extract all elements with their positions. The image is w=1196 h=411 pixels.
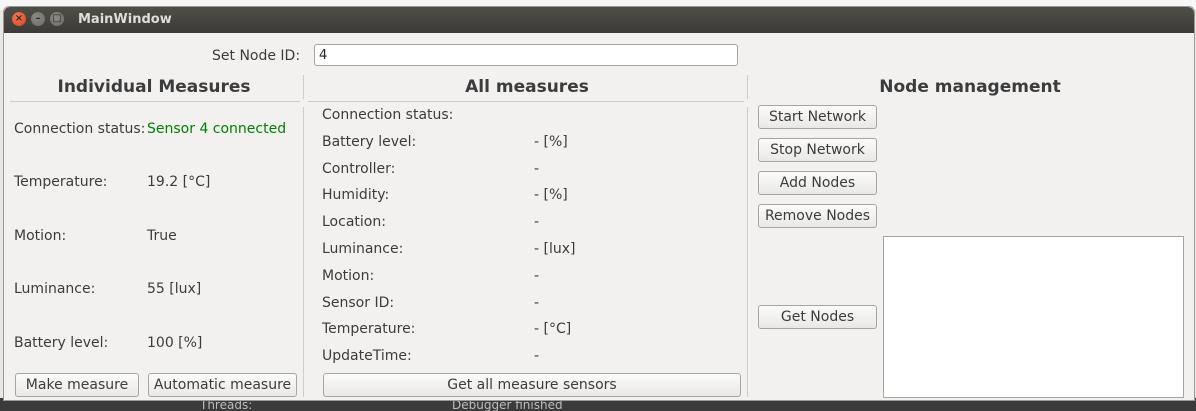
all-motion-label: Motion: [322, 268, 375, 284]
all-temperature-value: - [°C] [534, 321, 572, 337]
individual-temperature-label: Temperature: [14, 174, 108, 190]
individual-battery-label: Battery level: [14, 335, 109, 351]
individual-battery-value: 100 [%] [147, 335, 203, 351]
divider [303, 107, 304, 397]
individual-temperature-value: 19.2 [°C] [147, 174, 211, 190]
window-title: MainWindow [78, 12, 172, 27]
all-controller-value: - [534, 161, 540, 177]
individual-luminance-label: Luminance: [14, 281, 96, 297]
individual-motion-label: Motion: [14, 228, 67, 244]
divider [308, 101, 744, 102]
get-all-measure-sensors-button[interactable]: Get all measure sensors [323, 373, 741, 397]
all-temperature-label: Temperature: [322, 321, 416, 337]
main-window: × – □ MainWindow Set Node ID: Individual… [3, 6, 1195, 401]
stop-network-button[interactable]: Stop Network [758, 138, 877, 162]
all-updatetime-value: - [534, 348, 540, 364]
get-nodes-button[interactable]: Get Nodes [758, 305, 877, 329]
automatic-measure-button[interactable]: Automatic measure [148, 373, 297, 397]
minimize-icon[interactable]: – [31, 12, 45, 26]
all-location-label: Location: [322, 214, 386, 230]
all-updatetime-label: UpdateTime: [322, 348, 412, 364]
all-humidity-value: - [%] [534, 187, 568, 203]
add-nodes-button[interactable]: Add Nodes [758, 171, 877, 195]
all-measures-heading: All measures [465, 77, 589, 97]
all-sensor-id-value: - [534, 295, 540, 311]
individual-measures-heading: Individual Measures [57, 77, 251, 97]
all-connection-label: Connection status: [322, 107, 454, 123]
make-measure-button[interactable]: Make measure [15, 373, 139, 397]
all-humidity-label: Humidity: [322, 187, 390, 203]
remove-nodes-button[interactable]: Remove Nodes [758, 204, 877, 228]
all-battery-value: - [%] [534, 134, 568, 150]
all-motion-value: - [534, 268, 540, 284]
all-controller-label: Controller: [322, 161, 396, 177]
title-bar[interactable]: × – □ MainWindow [4, 7, 1194, 33]
individual-motion-value: True [147, 228, 177, 244]
nodes-list[interactable] [883, 236, 1184, 398]
node-id-label: Set Node ID: [212, 48, 301, 64]
divider [10, 101, 300, 102]
all-location-value: - [534, 214, 540, 230]
maximize-icon[interactable]: □ [50, 12, 64, 26]
individual-connection-label: Connection status: [14, 121, 146, 137]
node-management-heading: Node management [879, 77, 1061, 97]
divider [747, 75, 748, 99]
all-luminance-label: Luminance: [322, 241, 404, 257]
start-network-button[interactable]: Start Network [758, 105, 877, 129]
all-sensor-id-label: Sensor ID: [322, 295, 395, 311]
close-icon[interactable]: × [12, 12, 26, 26]
divider [747, 107, 748, 397]
individual-connection-value: Sensor 4 connected [147, 121, 287, 137]
all-luminance-value: - [lux] [534, 241, 576, 257]
node-id-input[interactable] [314, 44, 738, 66]
individual-luminance-value: 55 [lux] [147, 281, 202, 297]
all-battery-label: Battery level: [322, 134, 417, 150]
